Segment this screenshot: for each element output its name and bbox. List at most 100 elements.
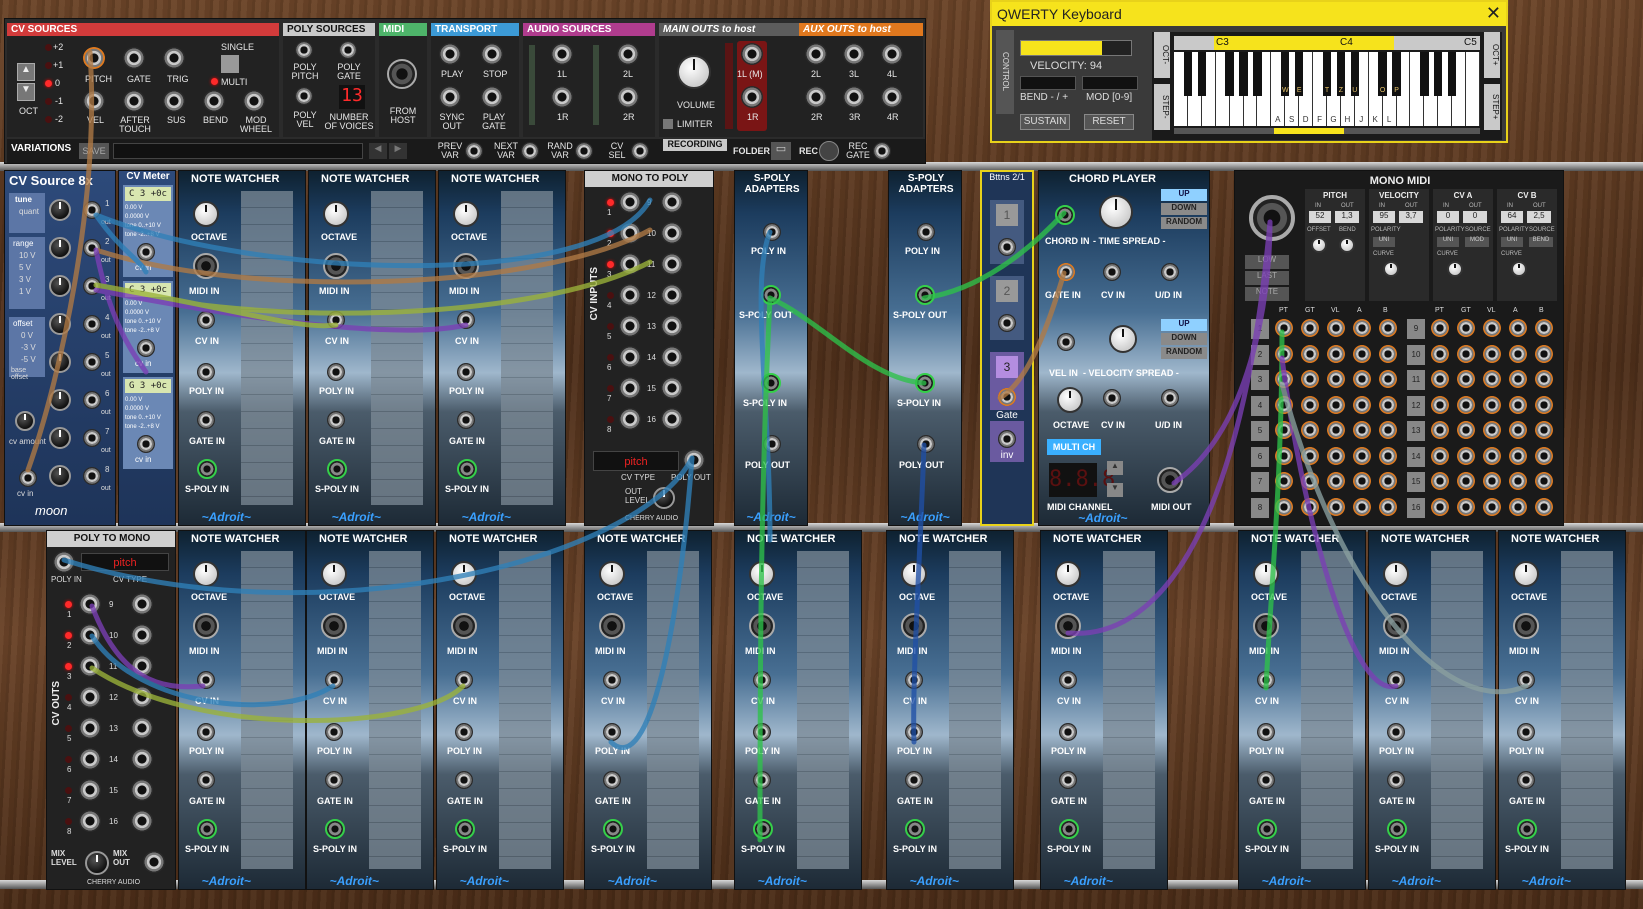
cv-input-jack[interactable] bbox=[619, 191, 641, 213]
cv-level-knob[interactable] bbox=[49, 237, 71, 259]
cv-input-jack[interactable] bbox=[661, 284, 683, 306]
cv-level-knob[interactable] bbox=[49, 389, 71, 411]
aux-2l-jack[interactable] bbox=[805, 43, 827, 65]
midi-in-jack[interactable] bbox=[599, 613, 625, 639]
spoly-in-jack[interactable] bbox=[457, 459, 477, 479]
gate-jack[interactable] bbox=[998, 388, 1016, 406]
voice-output-jack[interactable] bbox=[1535, 344, 1553, 363]
voice-output-jack[interactable] bbox=[1457, 395, 1475, 414]
cv-output-jack[interactable] bbox=[131, 686, 153, 708]
voice-output-jack[interactable] bbox=[1379, 370, 1397, 388]
voice-output-jack[interactable] bbox=[1457, 446, 1475, 465]
voice-output-jack[interactable] bbox=[1301, 446, 1319, 465]
cv-output-jack[interactable] bbox=[131, 717, 153, 739]
range-option[interactable]: 10 V bbox=[19, 251, 35, 260]
cv-out-jack[interactable] bbox=[83, 201, 101, 219]
bend-jack[interactable] bbox=[203, 90, 225, 112]
prev-arrow-icon[interactable]: ◀ bbox=[369, 143, 387, 159]
voice-output-jack[interactable] bbox=[1301, 472, 1319, 490]
voice-output-jack[interactable] bbox=[1535, 319, 1553, 337]
sustain-button[interactable]: SUSTAIN bbox=[1020, 114, 1070, 130]
cv-in-jack[interactable] bbox=[1257, 671, 1275, 689]
control-tab[interactable]: CONTROL bbox=[996, 30, 1014, 114]
time-down-button[interactable]: DOWN bbox=[1161, 203, 1207, 215]
voice-output-jack[interactable] bbox=[1275, 370, 1293, 388]
cv-output-jack[interactable] bbox=[131, 810, 153, 832]
gate-in-jack[interactable] bbox=[197, 771, 215, 789]
gate-in-jack[interactable] bbox=[1257, 771, 1275, 789]
spoly-in-jack[interactable] bbox=[761, 373, 781, 393]
volume-knob[interactable] bbox=[677, 55, 711, 89]
velocity-bar[interactable] bbox=[1020, 40, 1132, 56]
voice-output-jack[interactable] bbox=[1483, 370, 1501, 388]
poly-in-jack[interactable] bbox=[1059, 723, 1077, 741]
aftertouch-jack[interactable] bbox=[123, 90, 145, 112]
cv-in-jack[interactable] bbox=[905, 671, 923, 689]
black-key[interactable] bbox=[1253, 52, 1262, 96]
black-key[interactable] bbox=[1448, 52, 1457, 96]
time-random-button[interactable]: RANDOM bbox=[1161, 217, 1207, 229]
range-option[interactable]: 3 V bbox=[19, 275, 31, 284]
cv-in-jack[interactable] bbox=[137, 435, 155, 453]
octave-up-button[interactable]: ▲ bbox=[17, 63, 35, 81]
octave-knob[interactable] bbox=[1383, 561, 1409, 587]
midi-in-jack[interactable] bbox=[453, 253, 479, 279]
scroll-thumb[interactable] bbox=[1274, 128, 1344, 134]
voice-output-jack[interactable] bbox=[1327, 472, 1345, 490]
cv-input-jack[interactable] bbox=[619, 284, 641, 306]
trig-jack[interactable] bbox=[163, 47, 185, 69]
voice-output-jack[interactable] bbox=[1275, 395, 1293, 414]
black-key[interactable] bbox=[1183, 52, 1193, 96]
voice-output-jack[interactable] bbox=[1275, 497, 1293, 516]
poly-in-jack[interactable] bbox=[1257, 723, 1275, 741]
cv-input-jack[interactable] bbox=[619, 346, 641, 368]
vel-down-button[interactable]: DOWN bbox=[1161, 333, 1207, 345]
voice-output-jack[interactable] bbox=[1275, 421, 1293, 439]
spoly-in-jack[interactable] bbox=[1387, 819, 1407, 839]
rec-button[interactable] bbox=[819, 141, 839, 161]
octave-knob[interactable] bbox=[1513, 561, 1539, 587]
multi-ch-button[interactable]: MULTI CH bbox=[1047, 439, 1101, 455]
voice-output-jack[interactable] bbox=[1509, 370, 1527, 388]
spoly-in-jack[interactable] bbox=[197, 819, 217, 839]
voice-output-jack[interactable] bbox=[1327, 344, 1345, 363]
single-multi-switch[interactable] bbox=[221, 55, 239, 73]
chord-in-jack[interactable] bbox=[1055, 205, 1075, 225]
cv-out-jack[interactable] bbox=[83, 277, 101, 295]
close-icon[interactable]: ✕ bbox=[1486, 3, 1501, 24]
octave-knob[interactable] bbox=[901, 561, 927, 587]
white-key[interactable] bbox=[1466, 52, 1480, 126]
cv-in-jack[interactable] bbox=[137, 339, 155, 357]
cv-in-jack[interactable] bbox=[1059, 671, 1077, 689]
curve-knob[interactable] bbox=[1511, 261, 1527, 277]
mix-level-knob[interactable] bbox=[85, 851, 109, 875]
spoly-out-jack[interactable] bbox=[915, 285, 935, 305]
voice-output-jack[interactable] bbox=[1483, 395, 1501, 414]
vel-up-button[interactable]: UP bbox=[1161, 319, 1207, 331]
audio-2l-jack[interactable] bbox=[617, 43, 639, 65]
voice-output-jack[interactable] bbox=[1431, 344, 1449, 363]
voice-output-jack[interactable] bbox=[1379, 472, 1397, 490]
cv-level-knob[interactable] bbox=[49, 313, 71, 335]
rec-gate-jack[interactable] bbox=[873, 142, 891, 160]
voice-output-jack[interactable] bbox=[1483, 446, 1501, 465]
gate-in-jack[interactable] bbox=[327, 411, 345, 429]
voice-output-jack[interactable] bbox=[1457, 370, 1475, 388]
midi-in-jack[interactable] bbox=[1055, 613, 1081, 639]
vel-in-jack[interactable] bbox=[1057, 333, 1075, 351]
poly-in-jack[interactable] bbox=[763, 223, 781, 241]
voice-output-jack[interactable] bbox=[1535, 395, 1553, 414]
oct-plus-button[interactable]: OCT+ bbox=[1484, 32, 1500, 78]
midi-in-jack[interactable] bbox=[1253, 613, 1279, 639]
cv-out-jack[interactable] bbox=[83, 239, 101, 257]
bend-knob[interactable] bbox=[1339, 237, 1355, 253]
poly-in-jack[interactable] bbox=[1387, 723, 1405, 741]
aux-3r-jack[interactable] bbox=[843, 86, 865, 108]
cv-out-jack[interactable] bbox=[83, 391, 101, 409]
cv-output-jack[interactable] bbox=[131, 748, 153, 770]
cv-output-jack[interactable] bbox=[79, 686, 101, 708]
cv-in-jack[interactable] bbox=[325, 671, 343, 689]
voice-output-jack[interactable] bbox=[1509, 319, 1527, 337]
spoly-in-jack[interactable] bbox=[1257, 819, 1277, 839]
vel-random-button[interactable]: RANDOM bbox=[1161, 347, 1207, 359]
